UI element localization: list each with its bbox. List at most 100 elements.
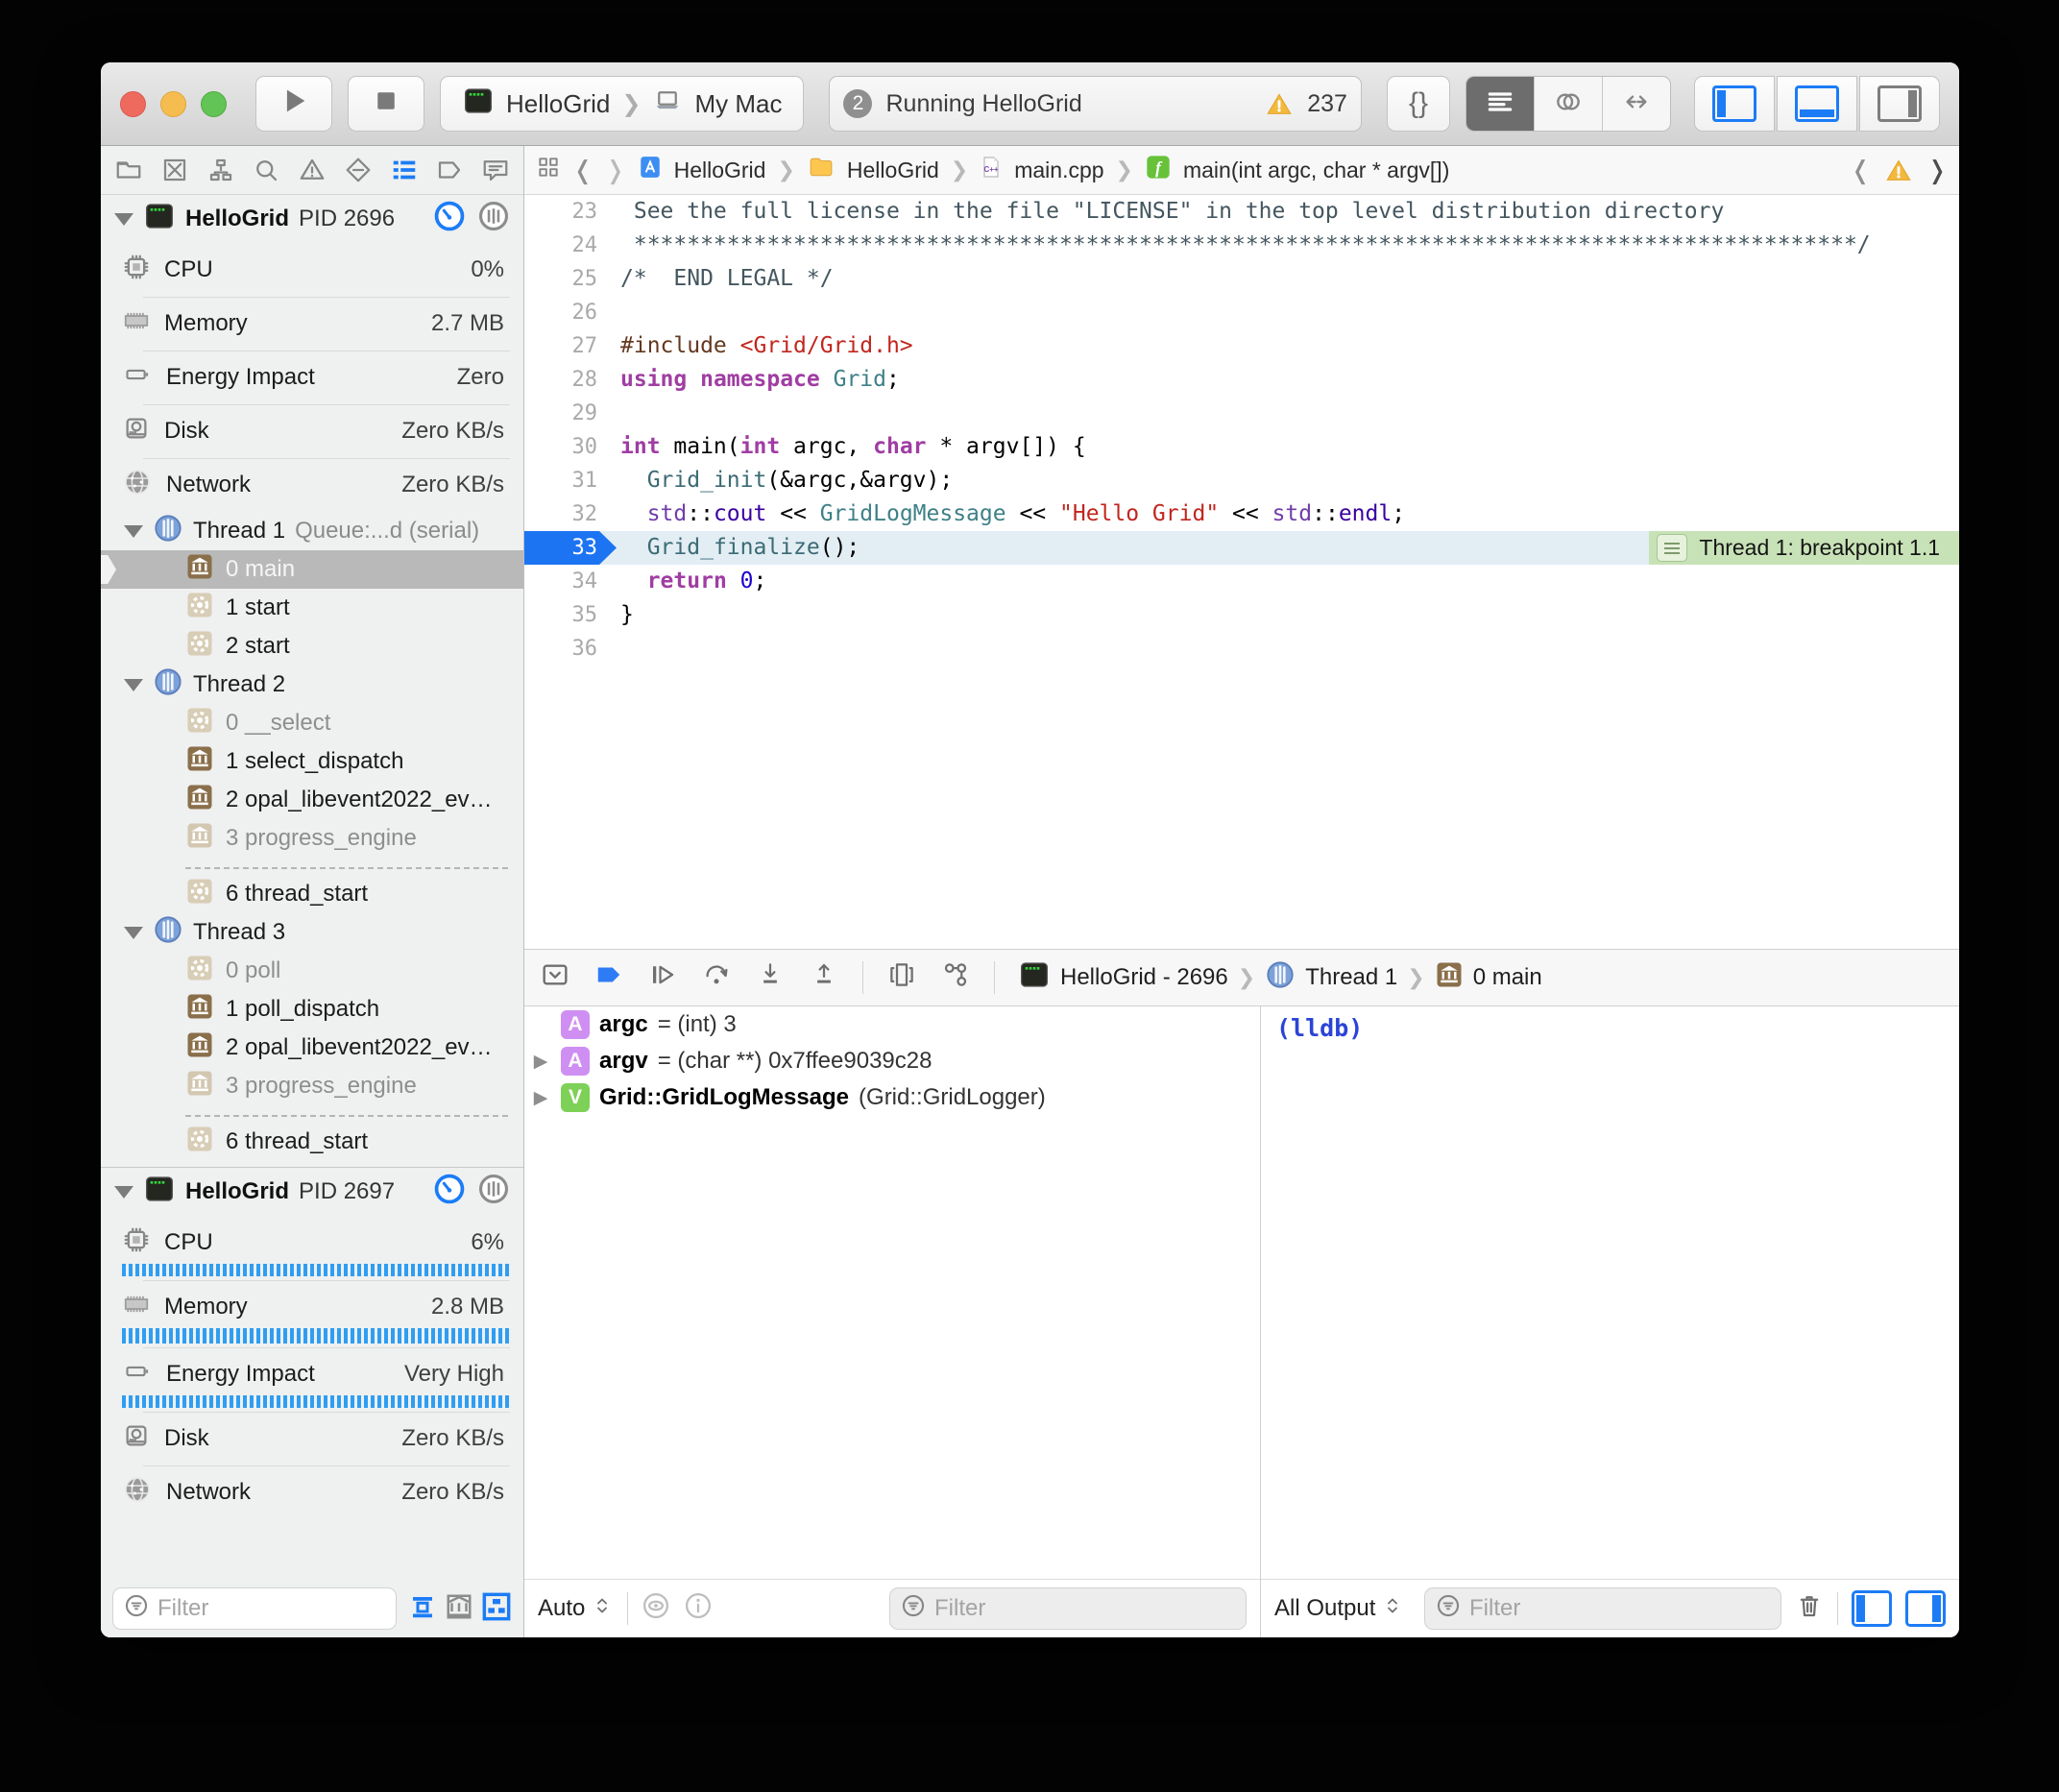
thread-row[interactable]: Thread 1 Queue:...d (serial) <box>101 512 523 550</box>
issue-navigator-icon[interactable] <box>298 156 327 184</box>
project-navigator-icon[interactable] <box>114 156 143 184</box>
process-header-row[interactable]: HelloGrid PID 2696 <box>101 195 523 243</box>
disclosure-triangle-icon[interactable] <box>124 525 143 538</box>
thread-row[interactable]: Thread 3 <box>101 913 523 952</box>
line-number[interactable]: 27 <box>524 329 620 363</box>
variable-row[interactable]: ▶ V Grid::GridLogMessage (Grid::GridLogg… <box>524 1079 1260 1116</box>
gauge-row[interactable]: Energy Impact Very High <box>101 1347 523 1401</box>
gauge-row[interactable]: CPU 6% <box>101 1216 523 1270</box>
variable-row[interactable]: ▶ A argv = (char **) 0x7ffee9039c28 <box>524 1043 1260 1079</box>
stack-frame-row[interactable]: 3 progress_engine <box>101 1067 523 1105</box>
next-issue-button[interactable]: ❭ <box>1926 156 1948 185</box>
disclosure-triangle-icon[interactable] <box>124 927 143 939</box>
step-over-button[interactable] <box>701 960 732 996</box>
gauge-row[interactable]: Network Zero KB/s <box>101 1465 523 1519</box>
gauge-icon[interactable] <box>433 200 466 239</box>
gauge-row[interactable]: Disk Zero KB/s <box>101 404 523 458</box>
breakpoint-menu-icon[interactable] <box>1657 534 1687 562</box>
line-number[interactable]: 25 <box>524 262 620 296</box>
line-number[interactable]: 30 <box>524 430 620 464</box>
variable-row[interactable]: A argc = (int) 3 <box>524 1006 1260 1043</box>
stack-frame-row[interactable]: 1 poll_dispatch <box>101 990 523 1029</box>
breakpoint-line-number[interactable]: 33 <box>524 531 620 565</box>
stack-frame-row[interactable]: 2 opal_libevent2022_ev… <box>101 1029 523 1067</box>
line-number[interactable]: 26 <box>524 296 620 329</box>
line-number[interactable]: 29 <box>524 397 620 430</box>
scheme-selector[interactable]: HelloGrid ❯ My Mac <box>440 76 804 132</box>
threads-icon[interactable] <box>477 200 510 239</box>
gauge-icon[interactable] <box>433 1173 466 1212</box>
continue-button[interactable] <box>647 960 678 996</box>
breakpoints-toggle-button[interactable] <box>593 960 624 996</box>
debug-navigator-icon[interactable] <box>390 156 419 184</box>
symbol-navigator-icon[interactable] <box>206 156 235 184</box>
disclosure-triangle-icon[interactable]: ▶ <box>530 1051 551 1073</box>
issue-warning-icon[interactable] <box>1884 157 1913 182</box>
stop-button[interactable] <box>348 76 424 132</box>
disclosure-triangle-icon[interactable] <box>124 679 143 691</box>
variables-filter-input[interactable]: Filter <box>889 1587 1247 1630</box>
forward-button[interactable]: ❭ <box>605 156 626 185</box>
disclosure-triangle-icon[interactable] <box>114 1186 133 1199</box>
hide-system-frames-button[interactable] <box>445 1592 473 1626</box>
clear-console-button[interactable] <box>1795 1590 1824 1628</box>
disclosure-triangle-icon[interactable]: ▶ <box>530 1087 551 1109</box>
console-view[interactable]: (lldb) All Output Filter <box>1261 1006 1959 1637</box>
line-number[interactable]: 36 <box>524 632 620 666</box>
gauge-row[interactable]: Memory 2.8 MB <box>101 1280 523 1334</box>
threads-icon[interactable] <box>477 1173 510 1212</box>
source-editor[interactable]: 23 See the full license in the file "LIC… <box>524 195 1959 949</box>
debug-frame-crumb[interactable]: 0 main <box>1473 964 1542 991</box>
find-navigator-icon[interactable] <box>252 156 280 184</box>
memory-graph-button[interactable] <box>940 960 971 996</box>
quicklook-button[interactable] <box>642 1591 670 1627</box>
thread-row[interactable]: Thread 2 <box>101 666 523 704</box>
view-mode-button[interactable] <box>481 1591 512 1627</box>
stack-frame-row[interactable]: 1 start <box>101 589 523 627</box>
code-snippet-button[interactable]: {} <box>1387 76 1450 132</box>
console-output-dropdown[interactable]: All Output <box>1274 1594 1404 1624</box>
stack-frame-row[interactable]: 6 thread_start <box>101 1123 523 1161</box>
line-number[interactable]: 31 <box>524 464 620 497</box>
breakpoint-annotation[interactable]: Thread 1: breakpoint 1.1 <box>1649 531 1959 565</box>
stack-frame-row[interactable]: 6 thread_start <box>101 875 523 913</box>
breadcrumb-project[interactable]: HelloGrid <box>674 157 766 183</box>
gauge-row[interactable]: Disk Zero KB/s <box>101 1412 523 1465</box>
gauge-row[interactable]: CPU 0% <box>101 243 523 297</box>
stack-frame-row[interactable]: 2 opal_libevent2022_ev… <box>101 781 523 819</box>
zoom-window-button[interactable] <box>201 91 227 117</box>
line-number[interactable]: 28 <box>524 363 620 397</box>
source-control-navigator-icon[interactable] <box>160 156 189 184</box>
step-out-button[interactable] <box>809 960 839 996</box>
view-hierarchy-button[interactable] <box>886 960 917 996</box>
toggle-debug-area-button[interactable] <box>1777 76 1857 132</box>
stack-frame-row[interactable]: 1 select_dispatch <box>101 742 523 781</box>
toggle-inspector-button[interactable] <box>1859 76 1940 132</box>
breadcrumb-symbol[interactable]: main(int argc, char * argv[]) <box>1183 157 1449 183</box>
report-navigator-icon[interactable] <box>481 156 510 184</box>
gauge-row[interactable]: Memory 2.7 MB <box>101 297 523 351</box>
assistant-editor-button[interactable] <box>1535 77 1603 131</box>
previous-issue-button[interactable]: ❬ <box>1850 156 1871 185</box>
disclosure-triangle-icon[interactable] <box>114 213 133 226</box>
info-button[interactable] <box>684 1591 713 1627</box>
line-number[interactable]: 24 <box>524 229 620 262</box>
gauge-row[interactable]: Energy Impact Zero <box>101 351 523 404</box>
line-number[interactable]: 32 <box>524 497 620 531</box>
back-button[interactable]: ❬ <box>572 156 593 185</box>
line-number[interactable]: 23 <box>524 195 620 229</box>
line-number[interactable]: 35 <box>524 598 620 632</box>
breadcrumb-folder[interactable]: HelloGrid <box>847 157 939 183</box>
debug-process-crumb[interactable]: HelloGrid - 2696 <box>1060 964 1228 991</box>
run-button[interactable] <box>255 76 332 132</box>
stack-frame-row[interactable]: 0 poll <box>101 952 523 990</box>
show-console-toggle[interactable] <box>1905 1590 1946 1627</box>
navigator-filter-input[interactable]: Filter <box>112 1587 397 1630</box>
toggle-navigator-button[interactable] <box>1694 76 1775 132</box>
step-into-button[interactable] <box>755 960 786 996</box>
breakpoint-navigator-icon[interactable] <box>435 156 464 184</box>
test-navigator-icon[interactable] <box>344 156 373 184</box>
version-editor-button[interactable] <box>1603 77 1670 131</box>
close-window-button[interactable] <box>120 91 146 117</box>
stack-frame-row[interactable]: 0 main <box>101 550 523 589</box>
